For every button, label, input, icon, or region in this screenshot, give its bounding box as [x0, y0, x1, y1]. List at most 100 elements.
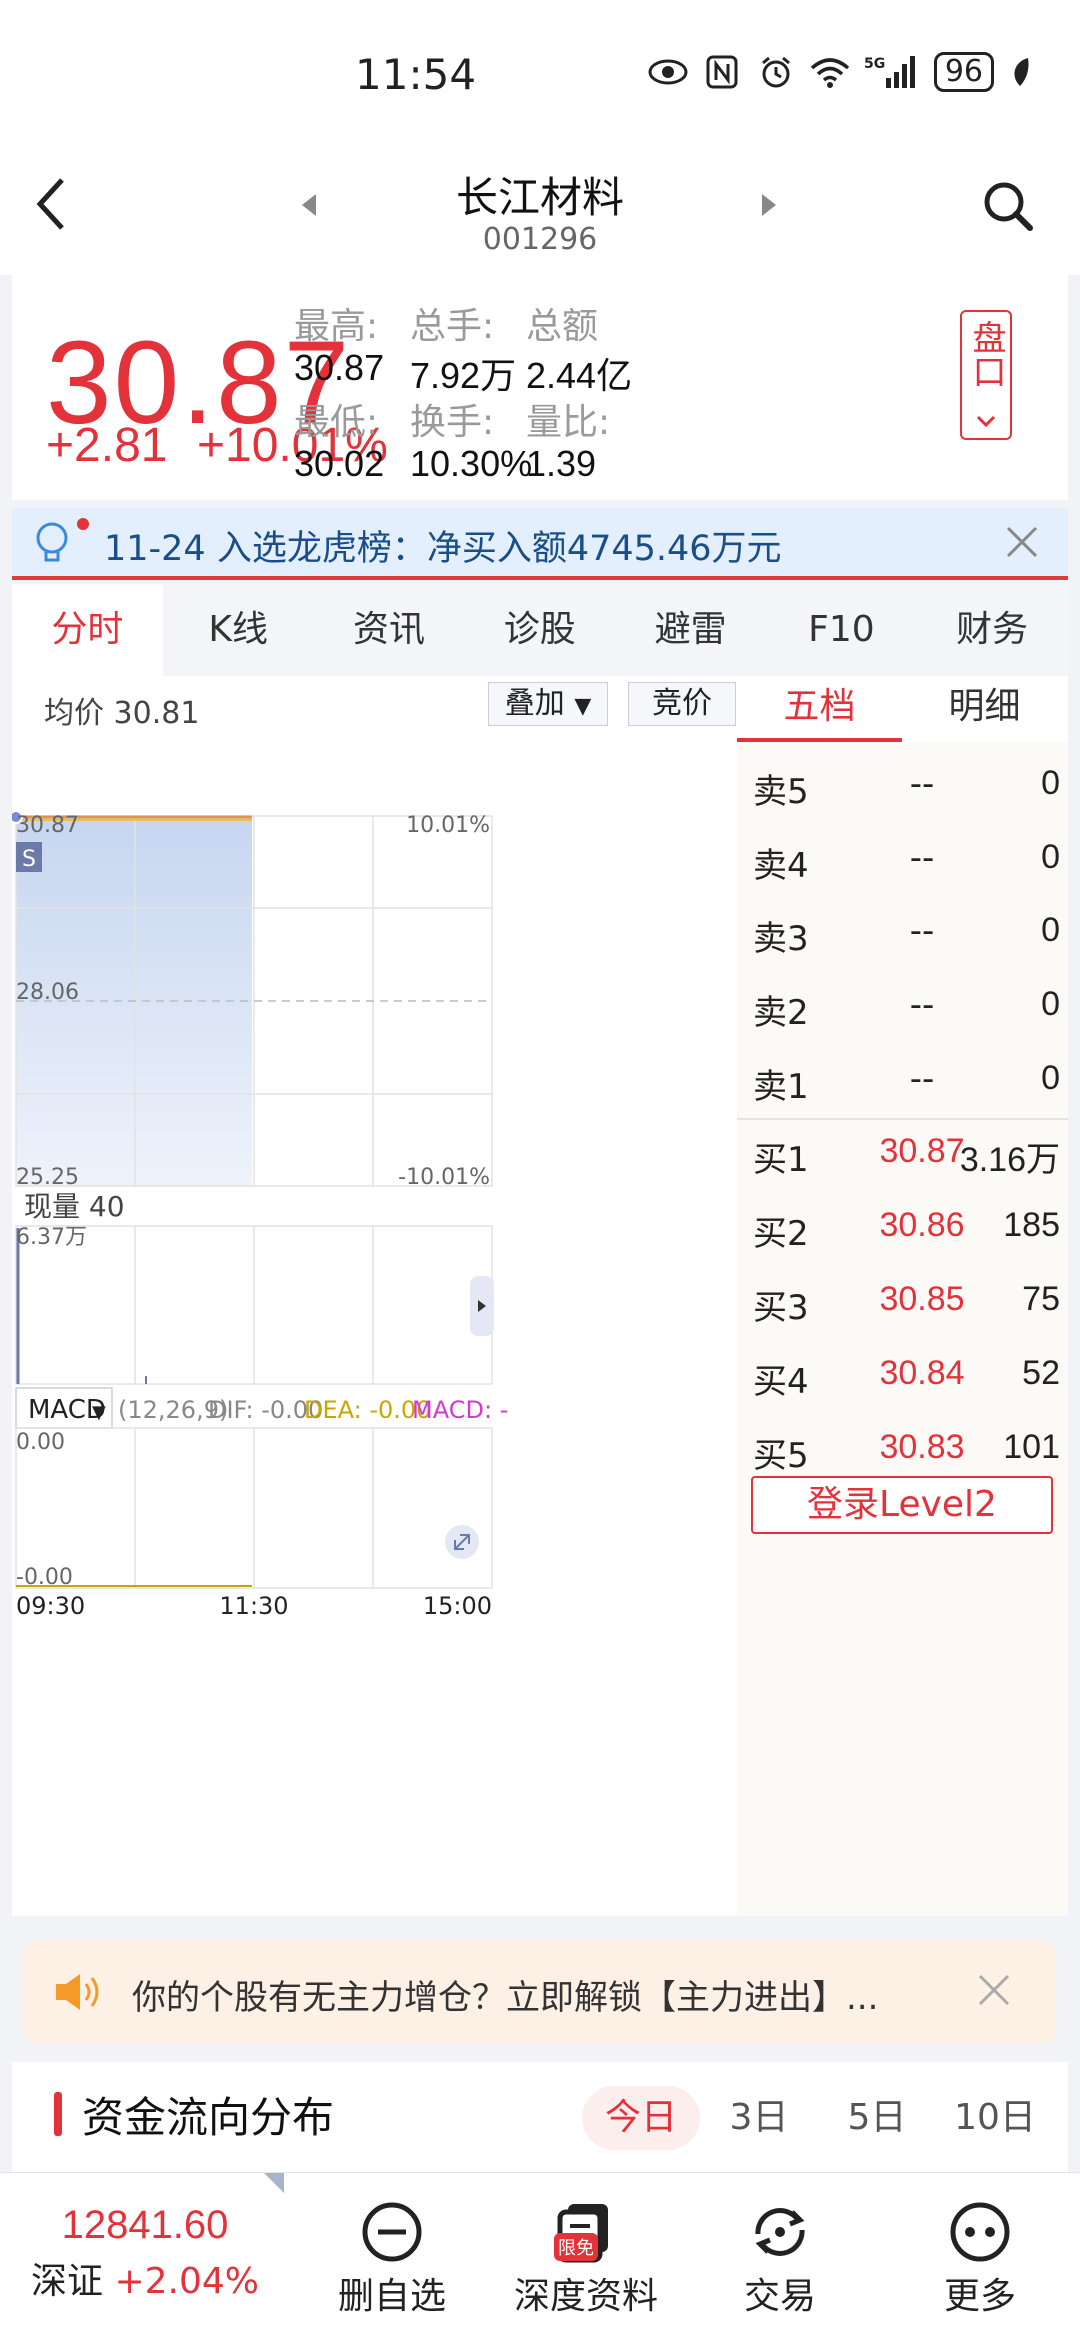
stat-value-volume-ratio: 1.39	[526, 443, 597, 484]
deep-data-button[interactable]: 限免 深度资料	[502, 2197, 670, 2319]
sell-row: 卖2 -- 0	[753, 985, 1060, 1033]
battery-indicator: 96	[933, 52, 994, 92]
wifi-icon	[810, 54, 850, 90]
buy-row: 买4 30.84 52	[753, 1354, 1060, 1402]
bottom-bar: 12841.60 深证 +2.04% 删自选 限免 深度资料 交易 更多	[0, 2172, 1080, 2340]
pankou-button[interactable]: 盘口	[960, 310, 1012, 440]
period-10d[interactable]: 10日	[936, 2086, 1054, 2150]
sell-row: 卖1 -- 0	[753, 1059, 1060, 1107]
svg-text:▼: ▼	[92, 1402, 106, 1423]
quote-panel: 30.87 +2.81 +10.01% 最高: 30.87 总手: 7.92万 …	[12, 275, 1068, 500]
sell-row: 卖4 -- 0	[753, 838, 1060, 886]
lightbulb-icon	[32, 520, 72, 572]
tab-kline[interactable]: K线	[163, 584, 314, 676]
tab-f10[interactable]: F10	[766, 584, 917, 676]
svg-text:11:30: 11:30	[219, 1592, 288, 1620]
leaf-icon	[1008, 54, 1032, 90]
stock-code: 001296	[482, 222, 598, 257]
index-value: 12841.60	[61, 2203, 229, 2247]
promo-text: 你的个股有无主力增仓？立即解锁【主力进出】...	[132, 1978, 879, 2018]
chart-canvas: S 30.87 28.06 25.25 10.01% -10.01% 现量 40…	[12, 810, 508, 1620]
more-dots-icon	[900, 2197, 1060, 2267]
status-time: 11:54	[355, 50, 477, 99]
tab-details[interactable]: 明细	[902, 676, 1067, 742]
search-icon	[984, 182, 1033, 231]
price-change: +2.81	[46, 419, 168, 472]
chart-area: 均价 30.81 叠加 ▼ 竞价 S 30.87 28.06 25.25 10.…	[12, 676, 1068, 1916]
stat-value-amount: 2.44亿	[526, 355, 633, 396]
remove-watchlist-label: 删自选	[337, 2276, 446, 2317]
stat-value-low: 30.02	[294, 443, 385, 484]
index-ticker[interactable]: 12841.60 深证 +2.04%	[20, 2203, 270, 2304]
svg-text:30.87: 30.87	[16, 813, 79, 838]
sell-row: 卖3 -- 0	[753, 911, 1060, 959]
index-name: 深证	[31, 2261, 104, 2302]
svg-text:S: S	[22, 847, 36, 872]
eye-icon	[648, 54, 688, 90]
pankou-label: 盘口	[966, 320, 1006, 388]
buy-row: 买3 30.85 75	[753, 1280, 1060, 1328]
svg-text:28.06: 28.06	[16, 980, 79, 1005]
stock-tabs: 分时 K线 资讯 诊股 避雷 F10 财务	[12, 584, 1068, 676]
fund-flow-title: 资金流向分布	[82, 2093, 335, 2142]
trade-button[interactable]: 交易	[700, 2197, 860, 2319]
intraday-chart[interactable]: 均价 30.81 叠加 ▼ 竞价 S 30.87 28.06 25.25 10.…	[12, 676, 737, 1916]
trade-label: 交易	[743, 2276, 816, 2317]
stat-label-turnover: 换手:	[410, 402, 495, 443]
nfc-icon	[702, 54, 742, 90]
search-button[interactable]	[980, 178, 1036, 238]
order-book: 五档 明细 卖5 -- 0 卖4 -- 0 卖3 -- 0 卖2 -- 0 卖1 -- 0 买1 30…	[737, 676, 1068, 1916]
sell-row: 卖5 -- 0	[753, 764, 1060, 812]
tab-five-levels[interactable]: 五档	[737, 676, 902, 742]
stat-label-low: 最低:	[294, 402, 379, 443]
login-level2-button[interactable]: 登录Level2	[751, 1476, 1053, 1534]
promo-banner[interactable]: 你的个股有无主力增仓？立即解锁【主力进出】...	[24, 1940, 1056, 2044]
buy-row: 买5 30.83 101	[753, 1428, 1060, 1476]
fund-flow-section: 资金流向分布 今日 3日 5日 10日	[12, 2062, 1068, 2172]
promo-close-button[interactable]	[974, 1970, 1014, 2014]
stat-label-volume: 总手:	[410, 306, 495, 347]
corner-triangle-icon	[264, 2173, 284, 2193]
stat-value-high: 30.87	[294, 347, 385, 388]
more-button[interactable]: 更多	[900, 2197, 1060, 2319]
tab-news[interactable]: 资讯	[314, 584, 465, 676]
document-icon: 限免	[502, 2197, 670, 2267]
speaker-icon	[52, 1970, 104, 2018]
stat-label-volume-ratio: 量比:	[526, 402, 611, 443]
tab-diagnosis[interactable]: 诊股	[464, 584, 615, 676]
svg-text:09:30: 09:30	[16, 1592, 85, 1620]
tab-intraday[interactable]: 分时	[12, 584, 163, 676]
minus-circle-icon	[312, 2197, 472, 2267]
banner-close-button[interactable]	[1002, 522, 1042, 566]
close-icon	[1006, 526, 1038, 558]
alarm-icon	[756, 54, 796, 90]
period-3d[interactable]: 3日	[700, 2086, 818, 2150]
section-accent	[54, 2092, 62, 2136]
deep-data-label: 深度资料	[513, 2276, 658, 2317]
nav-bar: 长江材料 001296	[0, 150, 1080, 275]
index-change: +2.04%	[114, 2261, 259, 2302]
stat-value-turnover: 10.30%	[410, 443, 533, 484]
buy-row: 买2 30.86 185	[753, 1206, 1060, 1254]
tab-finance[interactable]: 财务	[917, 584, 1068, 676]
svg-text:-10.01%: -10.01%	[398, 1165, 490, 1190]
period-5d[interactable]: 5日	[818, 2086, 936, 2150]
stock-name: 长江材料	[455, 173, 624, 222]
dragon-tiger-banner[interactable]: 11-24 入选龙虎榜：净买入额4745.46万元	[12, 508, 1068, 580]
period-today[interactable]: 今日	[582, 2086, 700, 2150]
svg-text:MACD: -: MACD: -	[412, 1396, 508, 1424]
more-label: 更多	[943, 2276, 1016, 2317]
svg-text:5G: 5G	[864, 56, 885, 72]
close-icon	[978, 1974, 1010, 2006]
stat-label-high: 最高:	[294, 306, 379, 347]
notification-dot	[77, 518, 89, 530]
triangle-right-icon	[762, 194, 776, 216]
remove-watchlist-button[interactable]: 删自选	[312, 2197, 472, 2319]
next-stock-button[interactable]	[760, 192, 778, 222]
free-badge: 限免	[554, 2233, 598, 2261]
chevron-down-icon	[976, 415, 996, 428]
tab-risk[interactable]: 避雷	[615, 584, 766, 676]
stat-label-amount: 总额	[526, 306, 599, 347]
svg-text:25.25: 25.25	[16, 1165, 79, 1190]
svg-text:0.00: 0.00	[16, 1430, 65, 1455]
